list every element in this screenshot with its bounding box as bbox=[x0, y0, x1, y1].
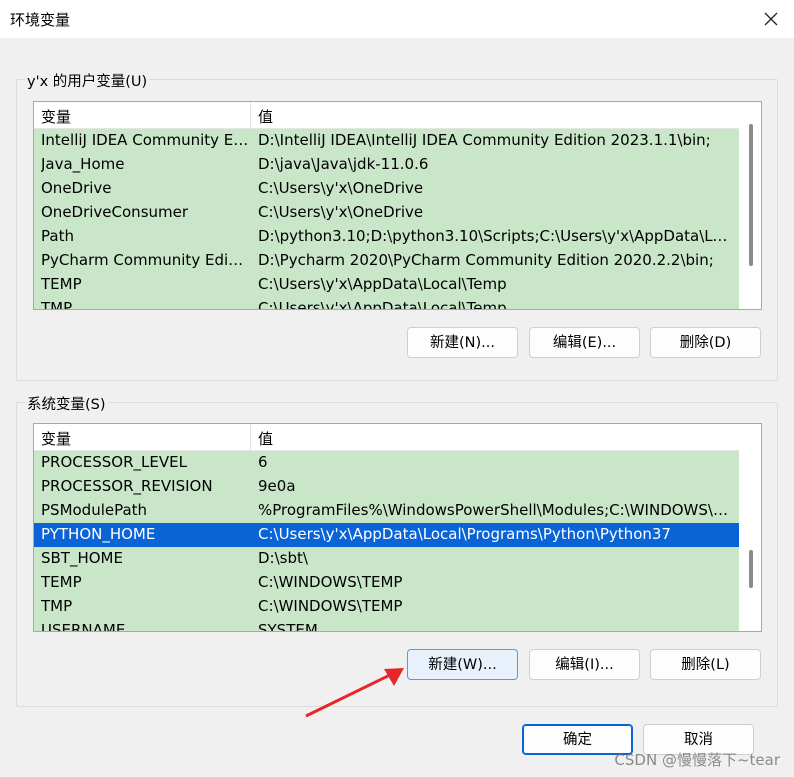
variable-value: SYSTEM bbox=[258, 621, 318, 632]
variable-name: TEMP bbox=[41, 573, 82, 591]
close-button[interactable] bbox=[748, 0, 794, 38]
variable-value: C:\WINDOWS\TEMP bbox=[258, 573, 403, 591]
title-bar: 环境变量 bbox=[0, 0, 794, 38]
variable-name: TEMP bbox=[41, 275, 82, 293]
variable-name: Java_Home bbox=[41, 155, 125, 173]
red-arrow-annotation bbox=[305, 668, 404, 718]
variable-value: C:\Users\y'x\AppData\Local\Temp bbox=[258, 275, 507, 293]
variable-value: C:\WINDOWS\TEMP bbox=[258, 597, 403, 615]
user-list-header: 变量 值 bbox=[34, 102, 739, 129]
variable-name: Path bbox=[41, 227, 74, 245]
user-variables-list[interactable]: 变量 值 IntelliJ IDEA Community Ed... D:\Int… bbox=[33, 101, 762, 310]
variable-name: SBT_HOME bbox=[41, 549, 123, 567]
variable-value: %ProgramFiles%\WindowsPowerShell\Modules… bbox=[258, 501, 732, 519]
variable-name: OneDrive bbox=[41, 179, 112, 197]
variable-name: PROCESSOR_REVISION bbox=[41, 477, 213, 495]
column-header-variable[interactable]: 变量 bbox=[41, 428, 71, 449]
system-rows: PROCESSOR_LEVEL 6 PROCESSOR_REVISION 9e0a PS… bbox=[34, 451, 739, 632]
user-delete-button[interactable]: 删除(D) bbox=[650, 327, 761, 358]
scrollbar-thumb[interactable] bbox=[749, 124, 753, 266]
user-edit-button[interactable]: 编辑(E)... bbox=[529, 327, 640, 358]
table-row[interactable]: TEMP C:\Users\y'x\AppData\Local\Temp bbox=[34, 273, 739, 297]
table-row[interactable]: PyCharm Community Edition D:\Pycharm 2020… bbox=[34, 249, 739, 273]
user-new-button[interactable]: 新建(N)... bbox=[407, 327, 518, 358]
variable-value: C:\Users\y'x\AppData\Local\Temp bbox=[258, 299, 507, 310]
window-title: 环境变量 bbox=[10, 11, 71, 29]
variable-name: TMP bbox=[41, 299, 73, 310]
system-delete-button[interactable]: 删除(L) bbox=[650, 649, 761, 680]
system-list-scrollbar[interactable] bbox=[740, 424, 761, 631]
variable-value: C:\Users\y'x\OneDrive bbox=[258, 203, 424, 221]
table-row[interactable]: PROCESSOR_REVISION 9e0a bbox=[34, 475, 739, 499]
variable-value: D:\IntelliJ IDEA\IntelliJ IDEA Community… bbox=[258, 131, 711, 149]
variable-name: PYTHON_HOME bbox=[41, 525, 156, 543]
table-row[interactable]: PSModulePath %ProgramFiles%\WindowsPowerS… bbox=[34, 499, 739, 523]
user-list-scrollbar[interactable] bbox=[740, 102, 761, 309]
close-icon bbox=[764, 12, 778, 26]
variable-value: 6 bbox=[258, 453, 268, 471]
variable-value: 9e0a bbox=[258, 477, 296, 495]
variable-value: C:\Users\y'x\AppData\Local\Programs\Pyth… bbox=[258, 525, 671, 543]
variable-name: PSModulePath bbox=[41, 501, 148, 519]
variable-value: C:\Users\y'x\OneDrive bbox=[258, 179, 424, 197]
table-row[interactable]: SBT_HOME D:\sbt\ bbox=[34, 547, 739, 571]
table-row[interactable]: Java_Home D:\java\Java\jdk-11.0.6 bbox=[34, 153, 739, 177]
user-variables-label: y'x 的用户变量(U) bbox=[25, 70, 150, 91]
column-header-value[interactable]: 值 bbox=[258, 428, 273, 449]
variable-name: OneDriveConsumer bbox=[41, 203, 189, 221]
column-header-variable[interactable]: 变量 bbox=[41, 106, 71, 127]
watermark: CSDN @慢慢落下~tear bbox=[614, 751, 780, 769]
column-separator[interactable] bbox=[250, 102, 251, 128]
variable-name: USERNAME bbox=[41, 621, 126, 632]
table-row[interactable]: TMP C:\WINDOWS\TEMP bbox=[34, 595, 739, 619]
table-row[interactable]: USERNAME SYSTEM bbox=[34, 619, 739, 632]
variable-name: PROCESSOR_LEVEL bbox=[41, 453, 187, 471]
table-row[interactable]: PYTHON_HOME C:\Users\y'x\AppData\Local\Pr… bbox=[34, 523, 739, 547]
table-row[interactable]: TEMP C:\WINDOWS\TEMP bbox=[34, 571, 739, 595]
variable-value: D:\python3.10;D:\python3.10\Scripts;C:\U… bbox=[258, 227, 732, 245]
system-variables-label: 系统变量(S) bbox=[25, 393, 108, 414]
system-new-button[interactable]: 新建(W)... bbox=[407, 649, 518, 680]
column-separator[interactable] bbox=[250, 424, 251, 450]
system-list-header: 变量 值 bbox=[34, 424, 739, 451]
scrollbar-thumb[interactable] bbox=[749, 550, 753, 588]
variable-name: IntelliJ IDEA Community Ed... bbox=[41, 131, 249, 149]
variable-value: D:\java\Java\jdk-11.0.6 bbox=[258, 155, 429, 173]
variable-value: D:\Pycharm 2020\PyCharm Community Editio… bbox=[258, 251, 714, 269]
table-row[interactable]: OneDriveConsumer C:\Users\y'x\OneDrive bbox=[34, 201, 739, 225]
variable-name: TMP bbox=[41, 597, 73, 615]
system-edit-button[interactable]: 编辑(I)... bbox=[529, 649, 640, 680]
table-row[interactable]: IntelliJ IDEA Community Ed... D:\IntelliJ… bbox=[34, 129, 739, 153]
variable-name: PyCharm Community Edition bbox=[41, 251, 249, 269]
variable-value: D:\sbt\ bbox=[258, 549, 308, 567]
column-header-value[interactable]: 值 bbox=[258, 106, 273, 127]
user-rows: IntelliJ IDEA Community Ed... D:\IntelliJ… bbox=[34, 129, 739, 310]
table-row[interactable]: TMP C:\Users\y'x\AppData\Local\Temp bbox=[34, 297, 739, 310]
table-row[interactable]: Path D:\python3.10;D:\python3.10\Scripts;… bbox=[34, 225, 739, 249]
table-row[interactable]: OneDrive C:\Users\y'x\OneDrive bbox=[34, 177, 739, 201]
system-variables-list[interactable]: 变量 值 PROCESSOR_LEVEL 6 PROCESSOR_REVISION 9… bbox=[33, 423, 762, 632]
table-row[interactable]: PROCESSOR_LEVEL 6 bbox=[34, 451, 739, 475]
